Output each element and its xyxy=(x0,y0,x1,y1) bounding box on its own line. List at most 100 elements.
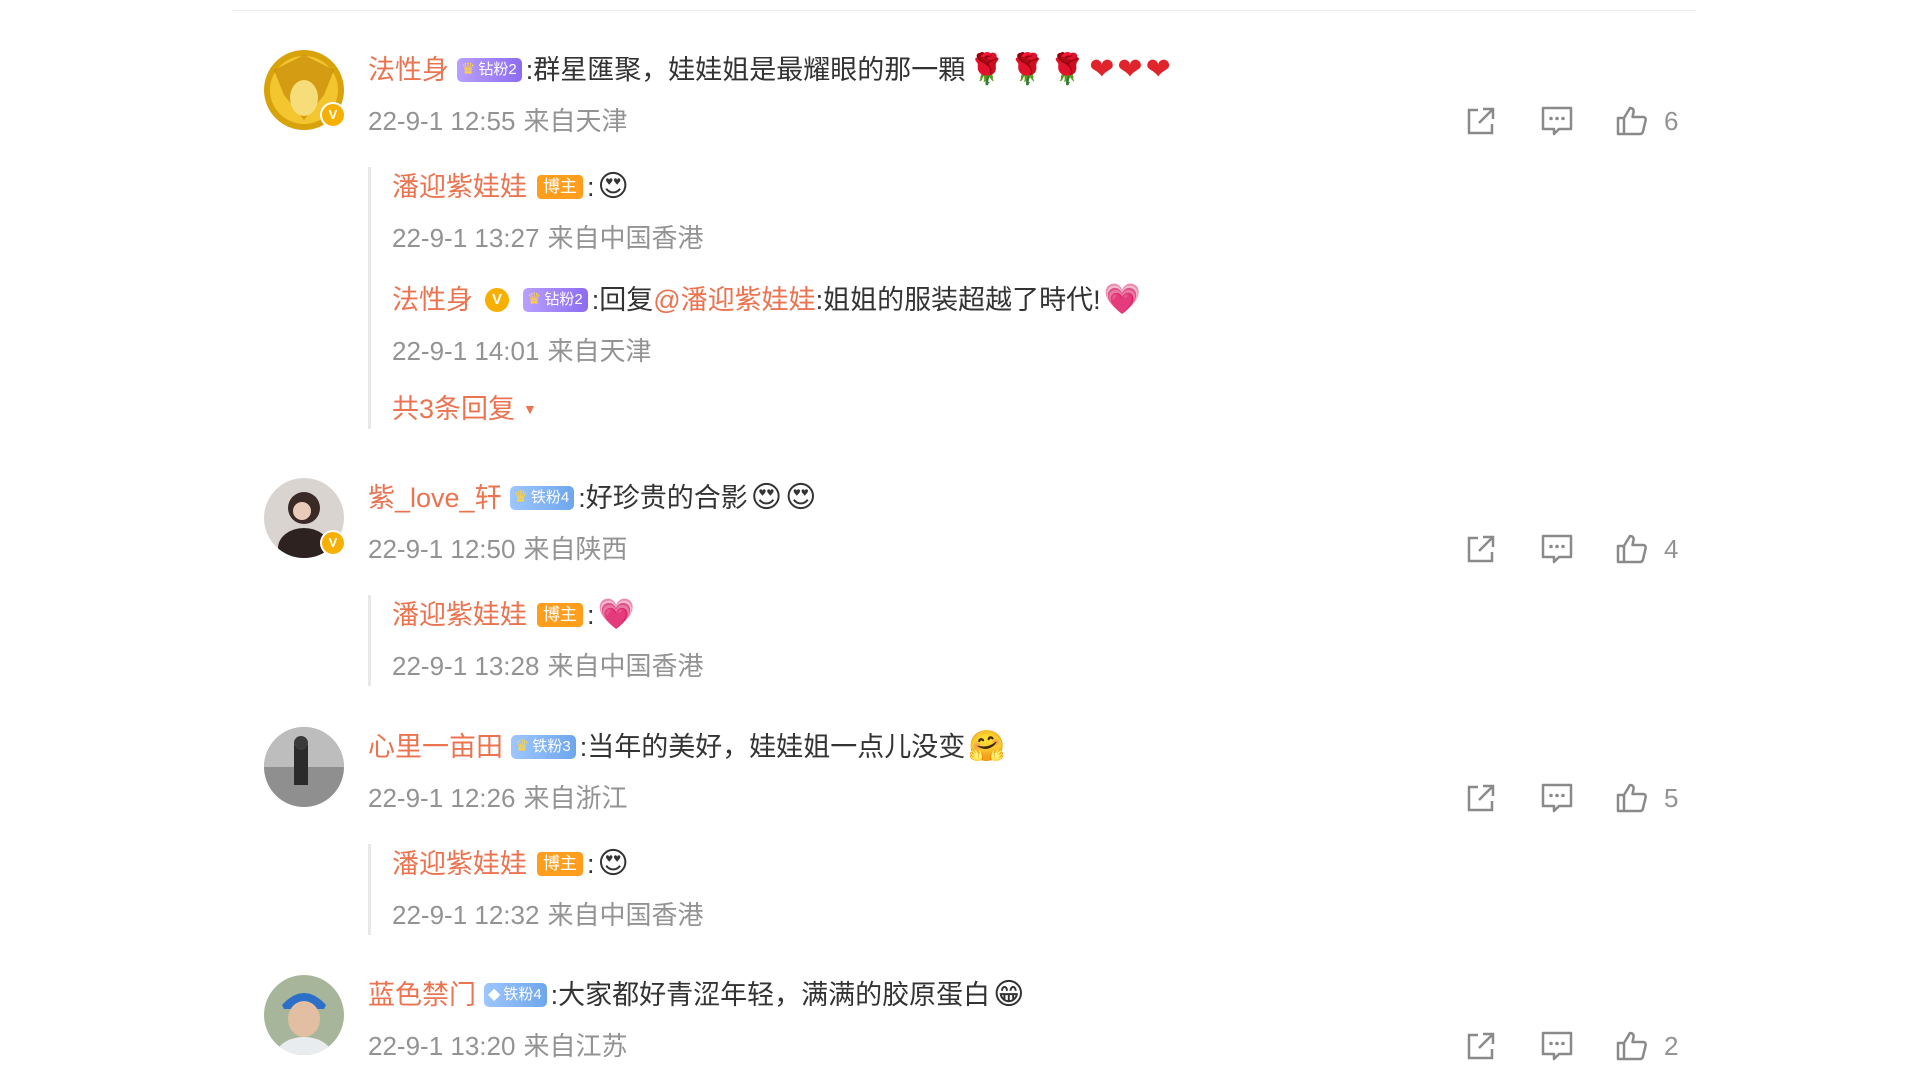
share-icon xyxy=(1467,784,1495,812)
comment-text: :大家都好青涩年轻，满满的胶原蛋白 xyxy=(550,980,991,1010)
comment-actions: 4 xyxy=(1463,529,1684,569)
avatar[interactable] xyxy=(264,727,344,807)
heart-eyes-emoji-icon: 😍 xyxy=(597,170,629,203)
like-count: 6 xyxy=(1664,105,1679,136)
more-replies-label: 共3条回复 xyxy=(392,394,516,424)
reply-item: 共3条回复 ▼ xyxy=(392,389,1292,429)
heart-eyes-emoji-icon: 😍 xyxy=(597,847,629,880)
reply-text: : xyxy=(587,172,595,202)
heart-emoji-icon: ❤ xyxy=(1089,53,1115,86)
rose-emoji-icon: 🌹 xyxy=(968,53,1006,86)
comment-actions: 5 xyxy=(1463,778,1684,818)
fan-badge[interactable]: ♛ 钻粉2 xyxy=(457,58,522,82)
reply-time: 22-9-1 12:32 xyxy=(392,900,540,930)
thumbs-up-icon xyxy=(1616,106,1647,136)
comment-icon xyxy=(1541,1031,1573,1061)
comment-location: 来自天津 xyxy=(523,106,628,136)
comment-author[interactable]: 紫_love_轩 xyxy=(368,478,502,518)
reply-meta: 22-9-1 14:01 来自天津 xyxy=(392,331,1292,371)
fan-badge-label: 铁粉4 xyxy=(503,986,542,1003)
reply-list: 潘迎紫娃娃 博主 : 💗 22-9-1 13:28 来自中国香港 xyxy=(368,595,1292,686)
like-button[interactable]: 2 xyxy=(1614,1028,1684,1064)
mention-link[interactable]: @潘迎紫娃娃 xyxy=(653,280,815,320)
share-button[interactable] xyxy=(1463,780,1499,816)
share-icon xyxy=(1467,1032,1495,1060)
fan-badge-label: 铁粉3 xyxy=(532,738,571,755)
verified-icon: V xyxy=(320,530,346,556)
reply-time: 22-9-1 13:27 xyxy=(392,223,540,253)
crown-icon: ♛ xyxy=(515,738,530,755)
reply-item: 潘迎紫娃娃 博主 : 😍 22-9-1 12:32 来自中国香港 xyxy=(392,844,1292,935)
comment-author[interactable]: 蓝色禁门 xyxy=(368,975,476,1015)
crown-icon: ♛ xyxy=(461,61,476,78)
reply-button[interactable] xyxy=(1539,1028,1575,1064)
comment-author[interactable]: 法性身 xyxy=(368,50,449,90)
reply-author[interactable]: 潘迎紫娃娃 xyxy=(392,167,527,207)
avatar[interactable] xyxy=(264,975,344,1055)
diamond-icon: ◆ xyxy=(488,986,501,1003)
comment-text: :当年的美好，娃娃姐一点儿没变 xyxy=(579,732,966,762)
fan-badge[interactable]: ♛ 钻粉2 xyxy=(523,288,588,312)
crown-icon: ♛ xyxy=(527,291,542,308)
reply-author[interactable]: 潘迎紫娃娃 xyxy=(392,595,527,635)
verified-icon: V xyxy=(320,102,346,128)
reply-meta: 22-9-1 12:32 来自中国香港 xyxy=(392,895,1292,935)
verified-icon: V xyxy=(485,288,509,312)
hug-emoji-icon: 🤗 xyxy=(968,730,1006,763)
heart-emoji-icon: 💗 xyxy=(1103,283,1141,316)
fan-badge[interactable]: ♛ 铁粉3 xyxy=(511,735,576,759)
share-button[interactable] xyxy=(1463,531,1499,567)
reply-author[interactable]: 潘迎紫娃娃 xyxy=(392,844,527,884)
thumbs-up-icon xyxy=(1616,1031,1647,1061)
reply-time: 22-9-1 14:01 xyxy=(392,336,540,366)
reply-meta: 22-9-1 13:28 来自中国香港 xyxy=(392,646,1292,686)
reply-button[interactable] xyxy=(1539,103,1575,139)
like-button[interactable]: 4 xyxy=(1614,531,1684,567)
comment-text: :好珍贵的合影 xyxy=(578,483,748,513)
like-button[interactable]: 6 xyxy=(1614,103,1684,139)
crown-icon: ♛ xyxy=(513,489,528,506)
avatar[interactable]: V xyxy=(264,50,346,130)
more-replies-link[interactable]: 共3条回复 ▼ xyxy=(392,389,1292,429)
reply-item: 潘迎紫娃娃 博主 : 😍 22-9-1 13:27 来自中国香港 xyxy=(392,167,1292,258)
share-icon xyxy=(1467,107,1495,135)
reply-list: 潘迎紫娃娃 博主 : 😍 22-9-1 12:32 来自中国香港 xyxy=(368,844,1292,935)
comment-author[interactable]: 心里一亩田 xyxy=(368,727,503,767)
comment-icon xyxy=(1541,106,1573,136)
blogger-badge: 博主 xyxy=(537,852,583,876)
reply-button[interactable] xyxy=(1539,780,1575,816)
blogger-badge: 博主 xyxy=(537,175,583,199)
reply-prefix: :回复 xyxy=(591,285,654,315)
comment-location: 来自陕西 xyxy=(523,534,628,564)
rose-emoji-icon: 🌹 xyxy=(1048,53,1087,86)
like-button[interactable]: 5 xyxy=(1614,780,1684,816)
reply-button[interactable] xyxy=(1539,531,1575,567)
reply-text: : xyxy=(587,600,595,630)
fan-badge-label: 钻粉2 xyxy=(544,291,583,308)
fan-badge-label: 铁粉4 xyxy=(530,489,570,506)
like-count: 5 xyxy=(1664,782,1679,813)
rose-emoji-icon: 🌹 xyxy=(1008,53,1046,86)
like-count: 4 xyxy=(1664,533,1679,564)
avatar-image xyxy=(264,975,344,1055)
comment-time: 22-9-1 12:26 xyxy=(368,783,516,813)
heart-emoji-icon: 💗 xyxy=(597,598,635,631)
heart-eyes-emoji-icon: 😍 xyxy=(785,481,817,514)
reply-item: 潘迎紫娃娃 博主 : 💗 22-9-1 13:28 来自中国香港 xyxy=(392,595,1292,686)
thumbs-up-icon xyxy=(1616,783,1647,813)
blogger-badge: 博主 xyxy=(537,603,583,627)
reply-location: 来自中国香港 xyxy=(547,223,704,253)
avatar-image xyxy=(264,727,344,807)
avatar[interactable]: V xyxy=(264,478,346,558)
comment-text: :群星匯聚，娃娃姐是最耀眼的那一顆 xyxy=(525,55,966,85)
caret-down-icon: ▼ xyxy=(523,401,537,417)
reply-text: :姐姐的服装超越了時代! xyxy=(815,285,1101,315)
heart-emoji-icon: ❤ xyxy=(1145,53,1171,86)
reply-time: 22-9-1 13:28 xyxy=(392,651,540,681)
share-button[interactable] xyxy=(1463,1028,1499,1064)
reply-author[interactable]: 法性身 xyxy=(392,280,473,320)
share-button[interactable] xyxy=(1463,103,1499,139)
reply-location: 来自中国香港 xyxy=(547,900,704,930)
fan-badge[interactable]: ♛ 铁粉4 xyxy=(509,486,575,510)
fan-badge[interactable]: ◆ 铁粉4 xyxy=(484,983,547,1007)
